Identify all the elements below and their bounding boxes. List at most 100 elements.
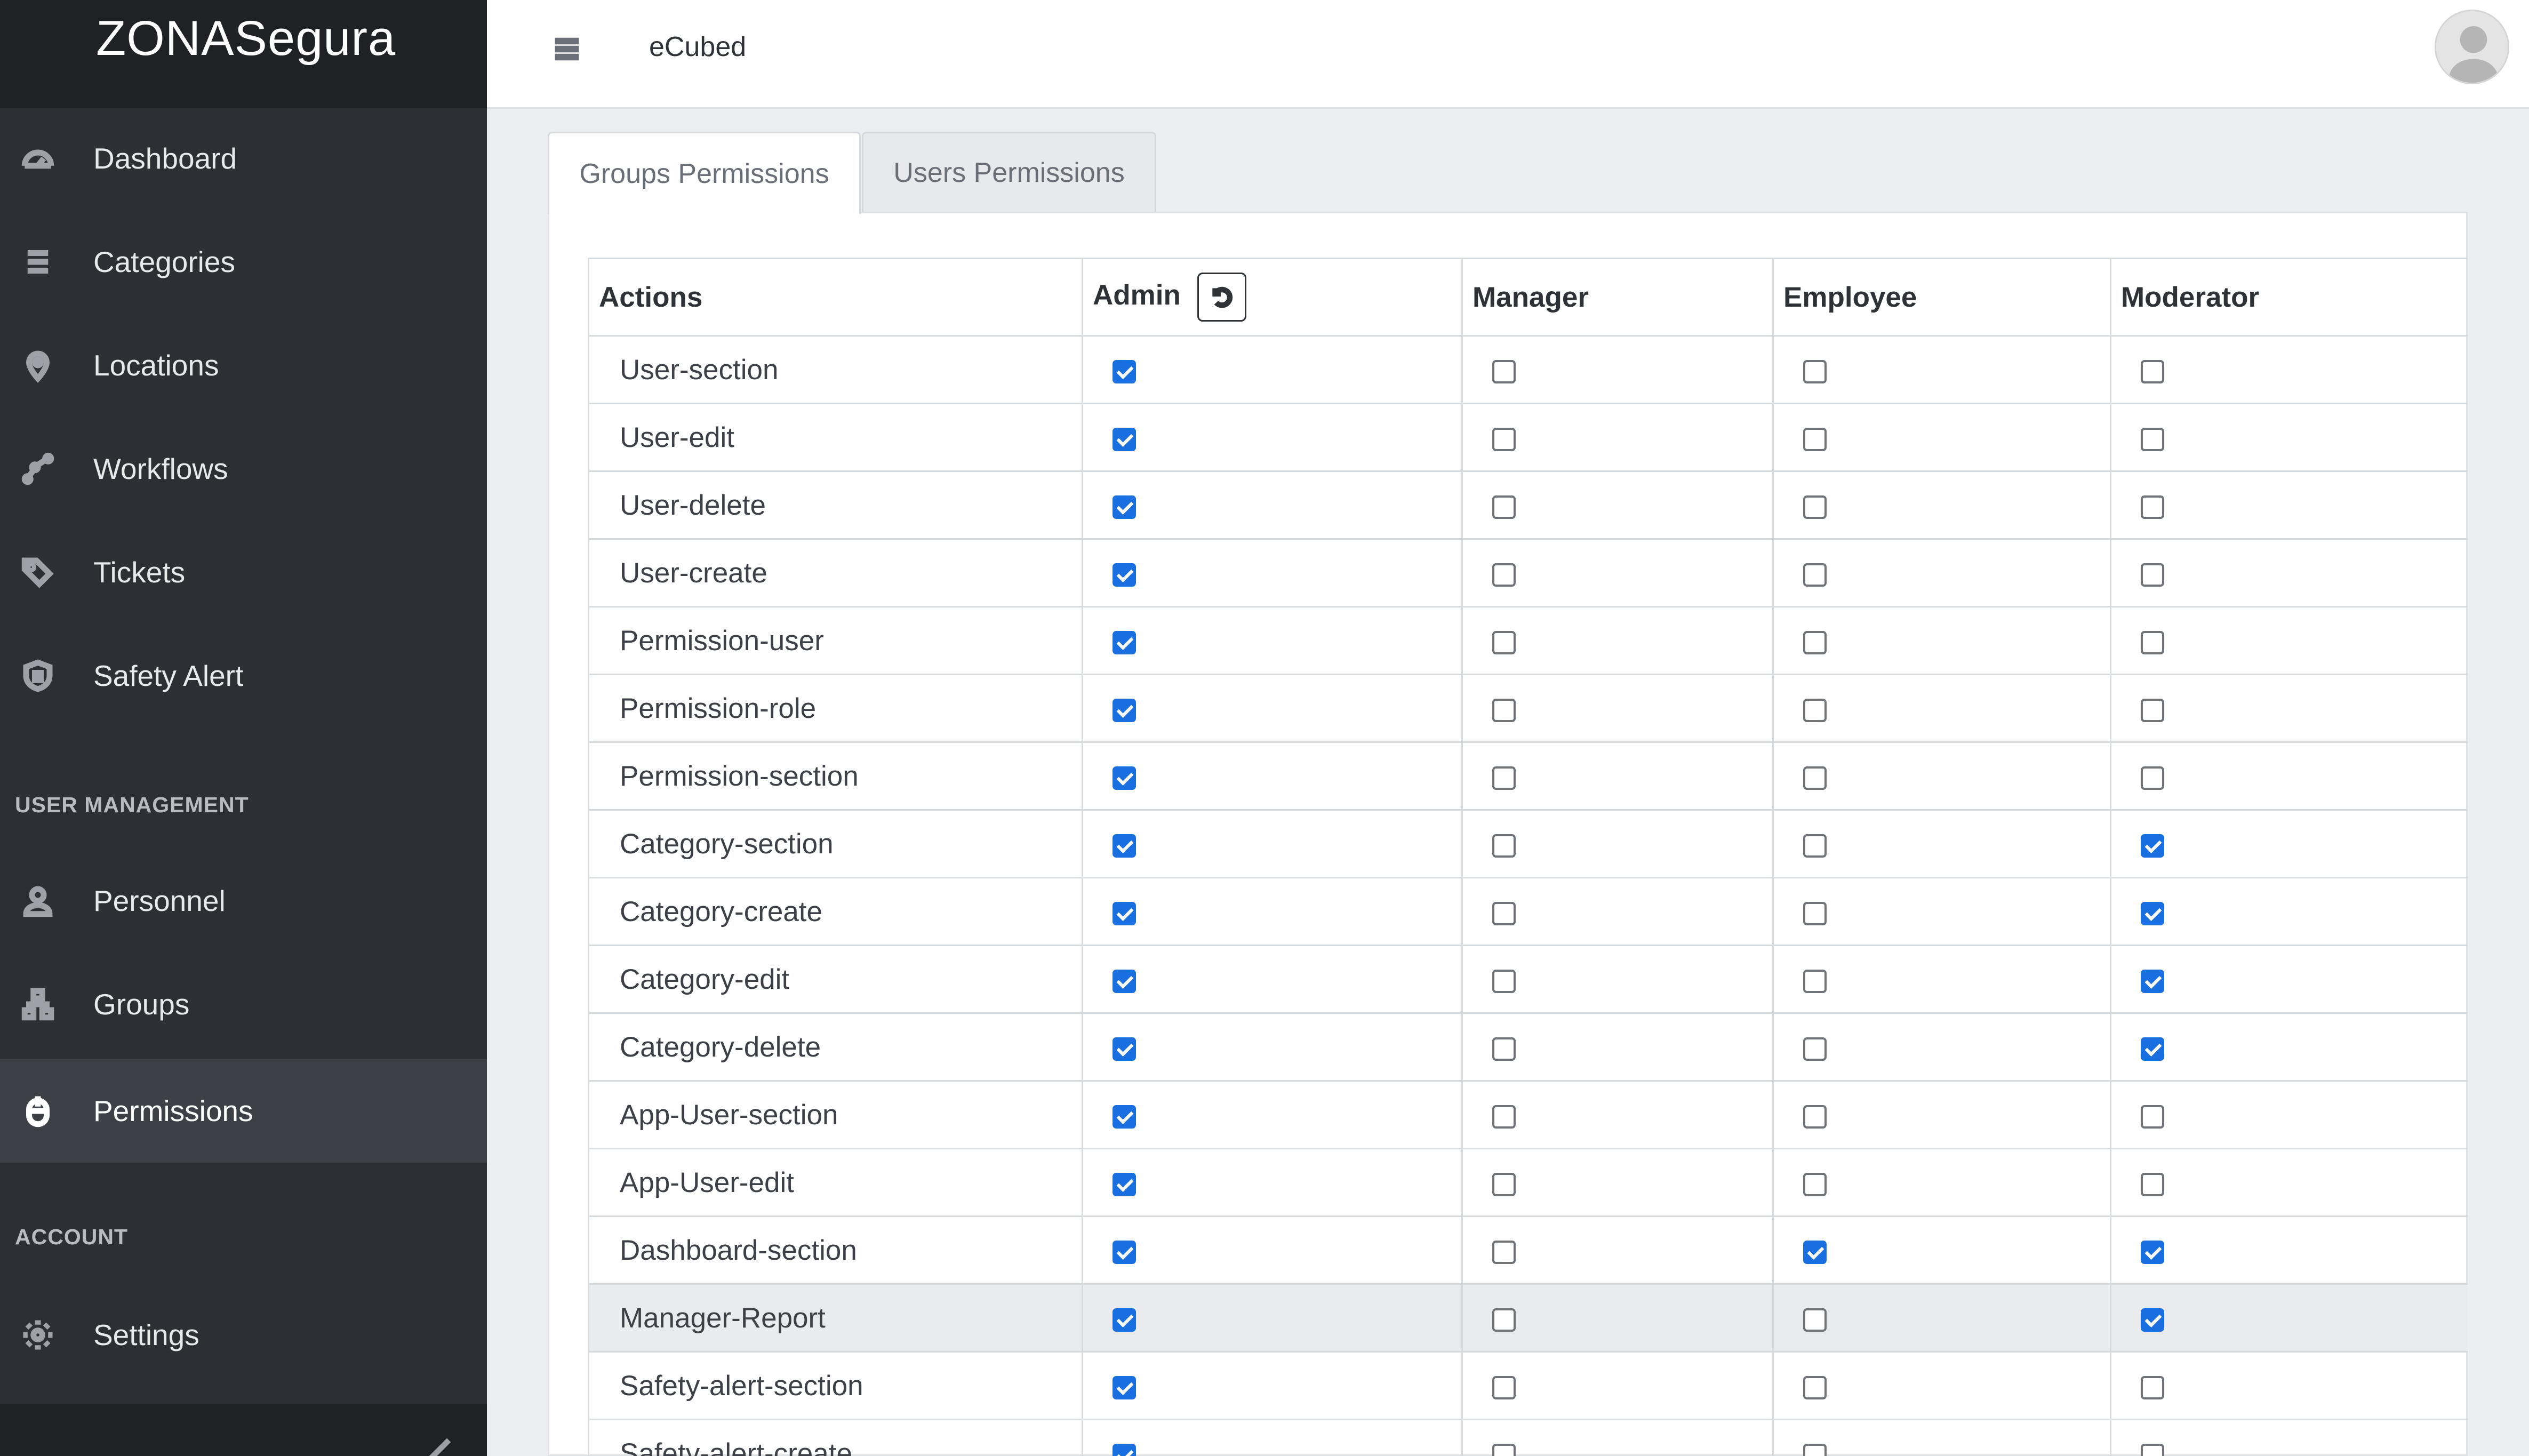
- sidebar-item-personnel[interactable]: Personnel: [0, 849, 487, 953]
- app-root: ZONASegura Dashboard Categories Location…: [0, 0, 2529, 1456]
- moderator-permission-checkbox[interactable]: [2141, 1105, 2164, 1129]
- tags-icon: [20, 555, 55, 590]
- person-icon: [20, 883, 55, 918]
- sidebar-item-tickets[interactable]: Tickets: [0, 521, 487, 624]
- admin-permission-checkbox[interactable]: [1113, 563, 1136, 587]
- moderator-permission-checkbox[interactable]: [2141, 901, 2164, 925]
- action-name-cell: User-create: [588, 538, 1083, 607]
- tab-groups-permissions[interactable]: Groups Permissions: [548, 132, 861, 214]
- moderator-permission-checkbox[interactable]: [2141, 563, 2164, 587]
- sidebar-item-groups[interactable]: Groups: [0, 953, 487, 1056]
- employee-permission-checkbox[interactable]: [1803, 901, 1827, 925]
- brand-logo-text[interactable]: ZONASegura: [96, 11, 396, 67]
- manager-permission-checkbox[interactable]: [1492, 427, 1516, 451]
- action-name-cell: Manager-Report: [588, 1283, 1083, 1353]
- admin-permission-checkbox[interactable]: [1113, 766, 1136, 790]
- employee-permission-checkbox[interactable]: [1803, 834, 1827, 858]
- admin-permission-checkbox[interactable]: [1113, 969, 1136, 993]
- admin-permission-checkbox[interactable]: [1113, 834, 1136, 858]
- employee-permission-checkbox[interactable]: [1803, 630, 1827, 654]
- sidebar-item-permissions[interactable]: Permissions: [0, 1059, 487, 1163]
- moderator-permission-checkbox[interactable]: [2141, 1037, 2164, 1061]
- manager-permission-checkbox[interactable]: [1492, 359, 1516, 383]
- manager-permission-checkbox[interactable]: [1492, 563, 1516, 587]
- employee-permission-checkbox[interactable]: [1803, 1375, 1827, 1399]
- manager-permission-checkbox[interactable]: [1492, 834, 1516, 858]
- manager-permission-checkbox[interactable]: [1492, 1172, 1516, 1196]
- moderator-permission-checkbox[interactable]: [2141, 698, 2164, 722]
- action-name-cell: Permission-role: [588, 674, 1083, 743]
- manager-permission-checkbox[interactable]: [1492, 766, 1516, 790]
- admin-permission-checkbox[interactable]: [1113, 1308, 1136, 1332]
- sidebar-item-categories[interactable]: Categories: [0, 210, 487, 314]
- moderator-permission-checkbox[interactable]: [2141, 630, 2164, 654]
- menu-toggle-icon[interactable]: [551, 33, 583, 65]
- admin-permission-checkbox[interactable]: [1113, 1037, 1136, 1061]
- moderator-permission-checkbox[interactable]: [2141, 1172, 2164, 1196]
- moderator-permission-checkbox[interactable]: [2141, 1443, 2164, 1456]
- table-row: Category-section: [588, 809, 2468, 878]
- reset-admin-button[interactable]: [1197, 273, 1246, 322]
- moderator-permission-checkbox[interactable]: [2141, 495, 2164, 519]
- sidebar-item-safety-alert[interactable]: Safety Alert: [0, 624, 487, 727]
- employee-permission-checkbox[interactable]: [1803, 969, 1827, 993]
- moderator-permission-checkbox[interactable]: [2141, 1240, 2164, 1264]
- manager-permission-checkbox[interactable]: [1492, 1443, 1516, 1456]
- employee-permission-checkbox[interactable]: [1803, 1105, 1827, 1129]
- admin-permission-checkbox[interactable]: [1113, 495, 1136, 519]
- employee-permission-checkbox[interactable]: [1803, 359, 1827, 383]
- collapse-sidebar-icon[interactable]: [427, 1436, 453, 1456]
- manager-permission-checkbox[interactable]: [1492, 630, 1516, 654]
- employee-permission-checkbox[interactable]: [1803, 766, 1827, 790]
- manager-permission-checkbox[interactable]: [1492, 495, 1516, 519]
- moderator-permission-checkbox[interactable]: [2141, 1308, 2164, 1332]
- sidebar-item-dashboard[interactable]: Dashboard: [0, 107, 487, 210]
- admin-permission-checkbox[interactable]: [1113, 630, 1136, 654]
- sidebar-item-workflows[interactable]: Workflows: [0, 417, 487, 521]
- employee-permission-checkbox[interactable]: [1803, 495, 1827, 519]
- admin-permission-checkbox[interactable]: [1113, 698, 1136, 722]
- admin-permission-checkbox[interactable]: [1113, 427, 1136, 451]
- moderator-permission-checkbox[interactable]: [2141, 427, 2164, 451]
- employee-permission-checkbox[interactable]: [1803, 1172, 1827, 1196]
- moderator-permission-cell: [2110, 1215, 2468, 1285]
- manager-permission-checkbox[interactable]: [1492, 1240, 1516, 1264]
- employee-permission-checkbox[interactable]: [1803, 1240, 1827, 1264]
- sidebar-item-label: Safety Alert: [93, 659, 244, 692]
- manager-permission-checkbox[interactable]: [1492, 969, 1516, 993]
- admin-permission-checkbox[interactable]: [1113, 1172, 1136, 1196]
- admin-permission-checkbox[interactable]: [1113, 1443, 1136, 1456]
- manager-permission-cell: [1461, 1351, 1774, 1420]
- sidebar-item-settings[interactable]: Settings: [0, 1283, 487, 1387]
- moderator-permission-checkbox[interactable]: [2141, 359, 2164, 383]
- manager-permission-checkbox[interactable]: [1492, 1375, 1516, 1399]
- employee-permission-checkbox[interactable]: [1803, 698, 1827, 722]
- action-name-cell: User-edit: [588, 403, 1083, 472]
- admin-permission-checkbox[interactable]: [1113, 1105, 1136, 1129]
- employee-permission-checkbox[interactable]: [1803, 563, 1827, 587]
- moderator-permission-checkbox[interactable]: [2141, 766, 2164, 790]
- manager-permission-checkbox[interactable]: [1492, 698, 1516, 722]
- sidebar-item-label: Personnel: [93, 884, 226, 917]
- employee-permission-checkbox[interactable]: [1803, 427, 1827, 451]
- moderator-permission-checkbox[interactable]: [2141, 834, 2164, 858]
- tab-users-permissions[interactable]: Users Permissions: [862, 132, 1156, 212]
- user-avatar[interactable]: [2435, 10, 2509, 84]
- sidebar-item-locations[interactable]: Locations: [0, 314, 487, 417]
- admin-permission-checkbox[interactable]: [1113, 1240, 1136, 1264]
- manager-permission-checkbox[interactable]: [1492, 901, 1516, 925]
- action-name-cell: User-section: [588, 335, 1083, 404]
- admin-permission-checkbox[interactable]: [1113, 901, 1136, 925]
- moderator-permission-checkbox[interactable]: [2141, 969, 2164, 993]
- employee-permission-checkbox[interactable]: [1803, 1443, 1827, 1456]
- manager-permission-checkbox[interactable]: [1492, 1308, 1516, 1332]
- moderator-permission-checkbox[interactable]: [2141, 1375, 2164, 1399]
- admin-permission-cell: [1082, 741, 1463, 811]
- manager-permission-checkbox[interactable]: [1492, 1105, 1516, 1129]
- admin-permission-checkbox[interactable]: [1113, 359, 1136, 383]
- employee-permission-checkbox[interactable]: [1803, 1308, 1827, 1332]
- admin-permission-checkbox[interactable]: [1113, 1375, 1136, 1399]
- sidebar: ZONASegura Dashboard Categories Location…: [0, 0, 487, 1456]
- employee-permission-checkbox[interactable]: [1803, 1037, 1827, 1061]
- manager-permission-checkbox[interactable]: [1492, 1037, 1516, 1061]
